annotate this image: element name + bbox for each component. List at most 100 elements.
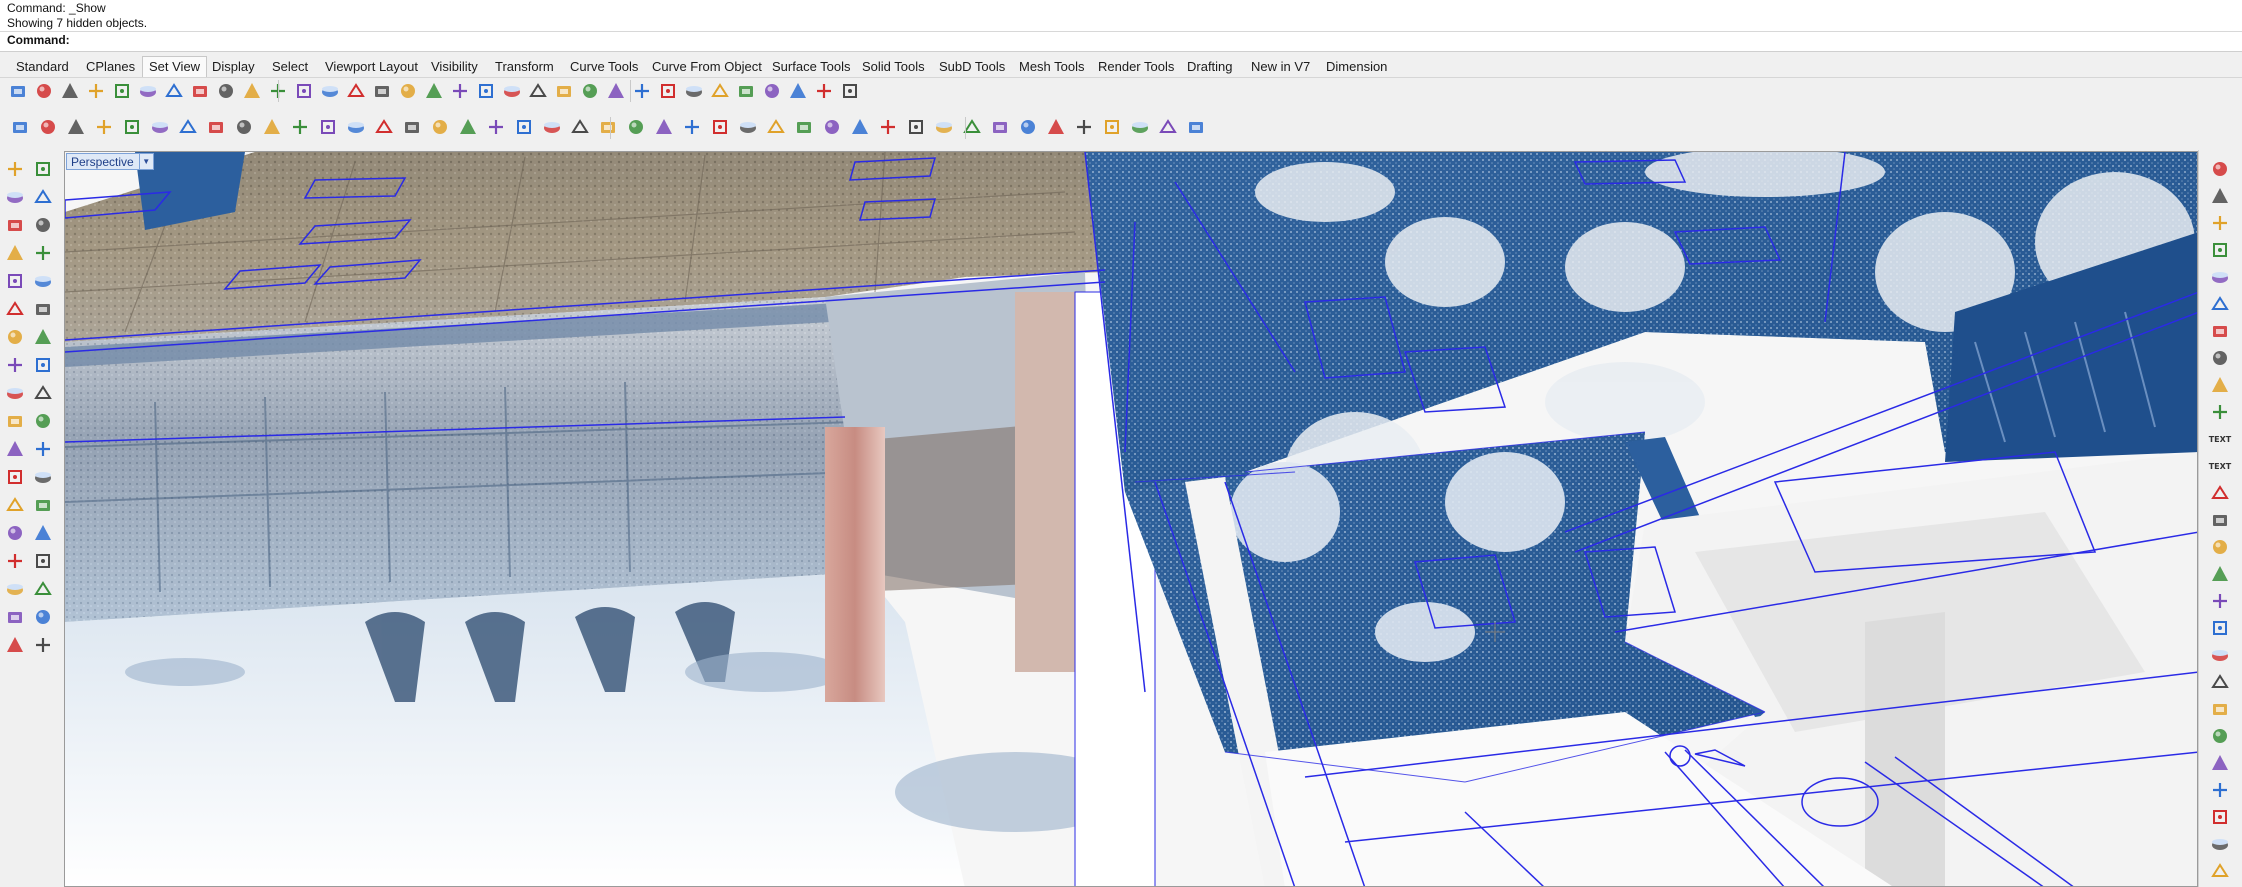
command-area[interactable]: Command: _Show Showing 7 hidden objects.… (0, 0, 2242, 52)
pyramid-icon[interactable] (148, 115, 172, 139)
pipe-solid-icon[interactable] (764, 115, 788, 139)
block-icon[interactable] (2207, 588, 2233, 614)
cone-solid-icon[interactable] (568, 115, 592, 139)
paint-icon[interactable] (30, 632, 56, 658)
tab-cplanes[interactable]: CPlanes (80, 57, 141, 76)
point-icon[interactable] (30, 156, 56, 182)
show-icon[interactable] (30, 604, 56, 630)
capture-icon[interactable] (474, 79, 498, 103)
rib-icon[interactable] (624, 115, 648, 139)
tab-new-in-v7[interactable]: New in V7 (1245, 57, 1316, 76)
surface-plane-icon[interactable] (2, 324, 28, 350)
vehicle-icon[interactable] (318, 79, 342, 103)
plane-solid-icon[interactable] (792, 115, 816, 139)
fillet-curve-icon[interactable] (2, 436, 28, 462)
grid-icon[interactable] (578, 79, 602, 103)
extrude-taper-icon[interactable] (456, 115, 480, 139)
layer-icon[interactable] (30, 576, 56, 602)
scale-icon[interactable] (786, 79, 810, 103)
sphere-icon[interactable] (64, 115, 88, 139)
tab-solid-tools[interactable]: Solid Tools (856, 57, 931, 76)
walk-icon[interactable] (708, 79, 732, 103)
set-camera-icon[interactable] (552, 79, 576, 103)
polygon-icon[interactable] (2, 268, 28, 294)
plane-icon[interactable] (760, 79, 784, 103)
grid-icon[interactable] (2207, 750, 2233, 776)
trim-icon[interactable] (30, 436, 56, 462)
zoom-dynamic-icon[interactable] (110, 79, 134, 103)
ellipsoid-icon[interactable] (92, 115, 116, 139)
snap-perp-icon[interactable] (2207, 345, 2233, 371)
command-prompt[interactable]: Command: (7, 33, 70, 48)
text-label-icon[interactable]: TEXT (2207, 426, 2233, 452)
compass-icon[interactable] (734, 79, 758, 103)
tab-drafting[interactable]: Drafting (1181, 57, 1239, 76)
layout-icon[interactable] (448, 79, 472, 103)
vehicle-icon[interactable] (292, 79, 316, 103)
tab-surface-tools[interactable]: Surface Tools (766, 57, 857, 76)
hatch-icon[interactable] (2207, 561, 2233, 587)
snap-vertex-icon[interactable] (2207, 318, 2233, 344)
surface-grid-icon[interactable] (1016, 115, 1040, 139)
tube-icon[interactable] (260, 115, 284, 139)
explode-icon[interactable] (30, 464, 56, 490)
file-icon[interactable] (2207, 858, 2233, 884)
sun-icon[interactable] (656, 79, 680, 103)
shear-icon[interactable] (904, 115, 928, 139)
tab-display[interactable]: Display (206, 57, 261, 76)
snap-tan-icon[interactable] (2207, 372, 2233, 398)
dimension-icon[interactable] (2207, 534, 2233, 560)
zoom-extents-icon[interactable] (58, 79, 82, 103)
box-view-icon[interactable] (604, 79, 628, 103)
hide-icon[interactable] (2, 604, 28, 630)
point-cloud-icon[interactable] (1156, 115, 1180, 139)
cage-icon[interactable] (736, 115, 760, 139)
orbit-icon[interactable] (682, 79, 706, 103)
polyline-icon[interactable] (2, 184, 28, 210)
mesh-icon[interactable] (1128, 115, 1152, 139)
contour-icon[interactable] (1072, 115, 1096, 139)
cylinder-icon[interactable] (36, 115, 60, 139)
shield-icon[interactable] (2207, 399, 2233, 425)
extrude-curve-icon[interactable] (512, 115, 536, 139)
walkthrough-icon[interactable] (630, 79, 654, 103)
patch-icon[interactable] (988, 115, 1012, 139)
snap-knot-icon[interactable] (2207, 291, 2233, 317)
array-icon[interactable] (30, 380, 56, 406)
text-label-icon[interactable]: TEXT (2207, 453, 2233, 479)
boolean-icon[interactable] (932, 115, 956, 139)
tab-select[interactable]: Select (266, 57, 314, 76)
snap-mid-icon[interactable] (2207, 210, 2233, 236)
bookmark-icon[interactable] (2207, 615, 2233, 641)
join-icon[interactable] (30, 408, 56, 434)
folder-icon[interactable] (2207, 777, 2233, 803)
sweep-icon[interactable] (652, 115, 676, 139)
render-icon[interactable] (240, 79, 264, 103)
cap-icon[interactable] (540, 115, 564, 139)
section-icon[interactable] (1100, 115, 1124, 139)
undo-view-icon[interactable] (136, 79, 160, 103)
text-icon[interactable] (30, 492, 56, 518)
tab-dimension[interactable]: Dimension (1320, 57, 1393, 76)
mirror-icon[interactable] (2, 408, 28, 434)
barrel-icon[interactable] (708, 115, 732, 139)
tab-subd-tools[interactable]: SubD Tools (933, 57, 1011, 76)
viewport-title[interactable]: Perspective (67, 155, 139, 169)
leader-icon[interactable] (2207, 507, 2233, 533)
tab-render-tools[interactable]: Render Tools (1092, 57, 1180, 76)
extrude-icon[interactable] (428, 115, 452, 139)
tab-mesh-tools[interactable]: Mesh Tools (1013, 57, 1091, 76)
cylinder-solid-icon[interactable] (30, 324, 56, 350)
box-solid-icon[interactable] (30, 296, 56, 322)
light-icon[interactable] (500, 79, 524, 103)
snap-center-icon[interactable] (2207, 237, 2233, 263)
group-icon[interactable] (2, 464, 28, 490)
sphere-solid-icon[interactable] (2, 296, 28, 322)
snap-quad-icon[interactable] (2207, 264, 2233, 290)
viewport-title-tab[interactable]: Perspective ▼ (66, 153, 154, 170)
zoom-all-icon[interactable] (162, 79, 186, 103)
snap-end-icon[interactable] (2207, 183, 2233, 209)
loft-icon[interactable] (596, 115, 620, 139)
perspective-viewport[interactable]: Perspective ▼ (64, 151, 2198, 887)
fillet-icon[interactable] (876, 115, 900, 139)
